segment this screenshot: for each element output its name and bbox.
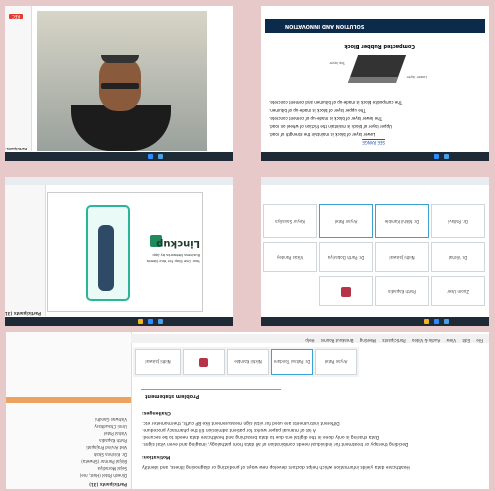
challenge-item: Different instruments are used for vital…	[142, 420, 340, 425]
participants-sidebar: Participants (31)	[5, 6, 32, 151]
menu-edit[interactable]: Edit	[462, 338, 470, 343]
app-icon[interactable]	[158, 319, 163, 324]
windows-taskbar	[5, 152, 233, 161]
slide-label: Top layer	[329, 61, 345, 65]
video-thumb[interactable]: Aryan Patel	[315, 349, 357, 375]
slide-title: Compacted Rubber Block	[344, 43, 415, 49]
participants-header: Participants (31)	[5, 147, 27, 151]
slide-bullet: The upper layer of block is made-up of b…	[269, 108, 366, 113]
menu-breakout[interactable]: Breakout Rooms	[321, 338, 354, 343]
participants-header: Participants (31)	[5, 311, 41, 316]
menu-bar: File Edit View Audio & Video Participant…	[131, 334, 489, 343]
menu-audio-video[interactable]: Audio & Video	[412, 338, 440, 343]
person-glasses	[101, 83, 139, 89]
section-title: Problem statement	[145, 393, 200, 399]
video-thumb[interactable]: Nikhil Kamble	[227, 349, 269, 375]
section-title-bar: Problem statement	[141, 389, 281, 401]
rec-badge: REC	[9, 14, 24, 19]
participant-row[interactable]: Binjal Parmar (Shweta)	[6, 457, 131, 464]
challenge-item: Deciding therapy or treatment for indivi…	[142, 441, 409, 446]
menu-view[interactable]: View	[446, 338, 456, 343]
menu-help[interactable]: Help	[305, 338, 314, 343]
menu-file[interactable]: File	[476, 338, 483, 343]
brand-subtitle: Your One Stop For Your Needs	[146, 259, 200, 263]
slide-bullet: Upper layer of block is maintain the fri…	[269, 124, 392, 129]
rotated-composite: Participants (31) Dinesh Patel (Host, me…	[0, 0, 495, 491]
windows-taskbar	[261, 152, 489, 161]
thumbnail-strip: Aryan Patel Dr. Pallavi Tondare Nikhil K…	[133, 347, 359, 377]
participants-sidebar: Participants (31)	[5, 177, 46, 316]
brand-name: Linckup	[156, 238, 200, 249]
block-illustration	[347, 55, 407, 83]
participant-row[interactable]: Urmi Chaudhary	[6, 422, 131, 429]
app-icon[interactable]	[138, 319, 143, 324]
app-icon[interactable]	[148, 319, 153, 324]
video-tile[interactable]: Keyur Savaliya	[263, 204, 317, 238]
zoom-shared-screen-panel: Participants (31) Dinesh Patel (Host, me…	[6, 332, 489, 489]
participant-row[interactable]: Vishal Patel	[6, 429, 131, 436]
challenge-item: Data sharing is only done in the digital…	[142, 434, 380, 439]
slide-area: SEE RANGE Lower layer of block is mainta…	[265, 11, 485, 149]
motivation-label: Motivation:	[142, 454, 171, 459]
participants-sidebar: Participants (31) Dinesh Patel (Host, me…	[6, 332, 132, 489]
avatar	[199, 358, 208, 367]
app-icon[interactable]	[424, 319, 429, 324]
webcam-panel: Participants (31) REC	[5, 6, 233, 161]
person-hair	[101, 55, 139, 63]
gallery-view-panel: Zoom User Parth Kapadia Dr. Vishal Nidhi…	[261, 177, 489, 326]
see-range-link[interactable]: SEE RANGE	[362, 140, 385, 145]
shared-document: Problem statement Challenges: Different …	[136, 381, 481, 485]
participants-header: Participants (31)	[89, 482, 127, 487]
motivation-item: Healthcare data yields information which…	[142, 464, 410, 469]
app-icon[interactable]	[434, 154, 439, 159]
participant-row[interactable]: Vishwas Gandhi	[6, 415, 131, 422]
video-tile-active[interactable]: Dr. Nikhil Kamble	[375, 204, 429, 238]
app-icon[interactable]	[148, 154, 153, 159]
slide-header-title: SOLUTION AND INNOVATION	[285, 23, 365, 29]
video-tile[interactable]: Vikas Pandey	[263, 242, 317, 272]
webcam-feed	[37, 11, 207, 151]
person-illustration	[98, 225, 114, 291]
video-thumb[interactable]: Nidhi Jaiswal	[135, 349, 181, 375]
windows-taskbar	[261, 317, 489, 326]
participant-row[interactable]: Dinesh Patel (Host, me)	[6, 471, 131, 478]
video-tile[interactable]: Dr. Vishal	[431, 242, 485, 272]
app-icon[interactable]	[158, 154, 163, 159]
highlight-bar	[6, 397, 131, 403]
video-tile[interactable]: Dr. Pallavi	[431, 204, 485, 238]
participant-row[interactable]: Parth Kapadia	[6, 436, 131, 443]
app-icon[interactable]	[434, 319, 439, 324]
slide-header-bar: SOLUTION AND INNOVATION	[265, 19, 485, 33]
app-icon[interactable]	[444, 154, 449, 159]
video-tile[interactable]: Nidhi Jaiswal	[375, 242, 429, 272]
slide-area: Linckup Business Networks by App Your On…	[47, 192, 203, 312]
rubber-block-slide-panel: SEE RANGE Lower layer of block is mainta…	[261, 6, 489, 161]
brand-tagline: Business Networks by App	[152, 253, 200, 257]
menu-meeting[interactable]: Meeting	[360, 338, 376, 343]
avatar	[341, 287, 351, 297]
video-tile[interactable]: Dr. Parth Dobariya	[319, 242, 373, 272]
video-thumb[interactable]	[183, 349, 225, 375]
menu-participants[interactable]: Participants	[382, 338, 406, 343]
challenges-label: Challenges:	[142, 410, 171, 415]
video-tile-active[interactable]: Aryan Patel	[319, 204, 373, 238]
windows-taskbar	[5, 317, 233, 326]
slide-bullet: The lower layer of block is made-up of c…	[269, 116, 383, 121]
participant-row[interactable]: Sejal Moradiya	[6, 464, 131, 471]
video-tile[interactable]: Parth Kapadia	[375, 276, 429, 306]
video-thumb[interactable]: Dr. Pallavi Tondare	[271, 349, 313, 375]
slide-label: Lower layer	[406, 75, 427, 79]
participant-row[interactable]: Dr. Krishna Shah	[6, 450, 131, 457]
video-tile[interactable]	[319, 276, 373, 306]
linckup-share-panel: Participants (31) Linckup Business Netwo…	[5, 177, 233, 326]
slide-bullet: The composite block is made-up of bitume…	[269, 100, 403, 105]
slide-bullet: Lower layer of block is maintain the str…	[269, 132, 376, 137]
app-icon[interactable]	[444, 319, 449, 324]
toolbar-strip	[261, 177, 489, 185]
participant-row[interactable]: Ved Arvind Prajapati	[6, 443, 131, 450]
video-tile[interactable]: Zoom User	[431, 276, 485, 306]
challenge-item: A lot of manual paper works for patient …	[142, 427, 316, 432]
toolbar-strip	[5, 177, 233, 185]
